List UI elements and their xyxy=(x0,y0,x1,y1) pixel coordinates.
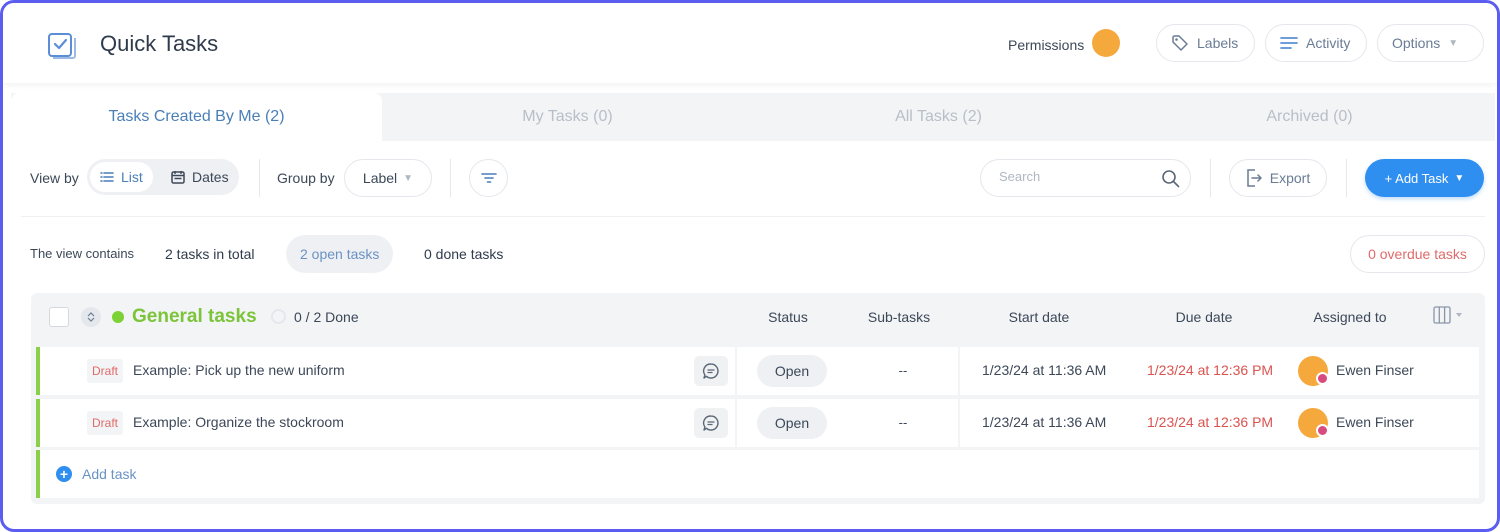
view-list-button[interactable]: List xyxy=(90,162,153,192)
column-header-start-date[interactable]: Start date xyxy=(989,309,1089,325)
status-badge[interactable]: Open xyxy=(757,355,827,387)
caret-down-icon: ▼ xyxy=(1448,37,1459,49)
cell-separator xyxy=(958,399,960,447)
comment-icon xyxy=(702,363,719,379)
subtasks-value: -- xyxy=(898,415,908,430)
view-toggle: List Dates xyxy=(87,159,239,195)
permissions-avatar[interactable] xyxy=(1092,29,1120,57)
group-by-label: Group by xyxy=(277,170,335,186)
draft-badge: Draft xyxy=(87,359,124,383)
activity-button-label: Activity xyxy=(1306,35,1351,51)
options-button-label: Options xyxy=(1392,35,1441,51)
toolbar-divider xyxy=(1346,159,1347,197)
collapse-group-button[interactable] xyxy=(81,307,101,327)
toolbar-divider xyxy=(259,159,260,197)
toolbar-divider xyxy=(1210,159,1211,197)
export-icon xyxy=(1247,169,1262,187)
tasks-app-icon xyxy=(48,33,76,59)
draft-badge: Draft xyxy=(87,411,124,435)
search-input[interactable] xyxy=(999,169,1149,184)
labels-button[interactable]: Labels xyxy=(1156,24,1255,62)
cell-separator xyxy=(735,347,737,395)
filter-icon xyxy=(480,173,497,183)
tab-my-tasks[interactable]: My Tasks (0) xyxy=(382,93,753,141)
column-settings-button[interactable] xyxy=(1433,306,1463,329)
column-header-subtasks[interactable]: Sub-tasks xyxy=(859,309,939,325)
list-icon xyxy=(100,172,114,182)
view-list-label: List xyxy=(121,169,143,185)
start-date[interactable]: 1/23/24 at 11:36 AM xyxy=(982,414,1106,430)
cell-separator xyxy=(958,347,960,395)
add-task-button[interactable]: + Add Task ▼ xyxy=(1365,159,1484,197)
search-icon[interactable] xyxy=(1161,169,1180,188)
tab-archived[interactable]: Archived (0) xyxy=(1124,93,1495,141)
view-by-label: View by xyxy=(30,170,79,186)
add-task-row[interactable]: + Add task xyxy=(36,450,1479,498)
add-task-button-label: + Add Task xyxy=(1384,170,1449,186)
page-title: Quick Tasks xyxy=(100,31,219,56)
open-tasks-filter[interactable]: 2 open tasks xyxy=(286,235,394,273)
assignee-status-badge xyxy=(1316,372,1329,385)
toolbar-separator xyxy=(21,216,1485,217)
group-title[interactable]: General tasks xyxy=(132,306,257,328)
group-color-dot xyxy=(112,311,124,323)
overdue-tasks-filter[interactable]: 0 overdue tasks xyxy=(1350,235,1485,273)
options-dropdown[interactable]: Options ▼ xyxy=(1377,24,1484,62)
labels-button-label: Labels xyxy=(1197,35,1239,51)
select-all-checkbox[interactable] xyxy=(49,307,69,327)
tab-all-tasks[interactable]: All Tasks (2) xyxy=(753,93,1124,141)
cell-separator xyxy=(735,399,737,447)
view-dates-button[interactable]: Dates xyxy=(161,162,239,192)
caret-down-icon: ▼ xyxy=(1454,172,1465,184)
due-date[interactable]: 1/23/24 at 12:36 PM xyxy=(1147,362,1273,378)
calendar-icon xyxy=(171,171,185,184)
comment-button[interactable] xyxy=(694,356,728,386)
lines-icon xyxy=(1280,37,1298,49)
subtasks-value: -- xyxy=(898,363,908,378)
view-dates-label: Dates xyxy=(192,169,229,185)
toolbar-divider xyxy=(450,159,451,197)
add-task-link[interactable]: Add task xyxy=(82,466,136,482)
due-date[interactable]: 1/23/24 at 12:36 PM xyxy=(1147,414,1273,430)
export-button-label: Export xyxy=(1269,170,1311,186)
collapse-arrows-icon xyxy=(87,312,95,322)
assignee-name[interactable]: Ewen Finser xyxy=(1336,414,1414,430)
export-button[interactable]: Export xyxy=(1229,159,1327,197)
group-progress: 0 / 2 Done xyxy=(294,309,359,325)
summary-label: The view contains xyxy=(30,246,135,261)
activity-button[interactable]: Activity xyxy=(1265,24,1367,62)
start-date[interactable]: 1/23/24 at 11:36 AM xyxy=(982,362,1106,378)
column-header-due-date[interactable]: Due date xyxy=(1154,309,1254,325)
columns-icon xyxy=(1433,306,1462,324)
tab-bar: Tasks Created By Me (2) My Tasks (0) All… xyxy=(11,93,1495,141)
status-badge[interactable]: Open xyxy=(757,407,827,439)
progress-ring-icon xyxy=(271,309,286,324)
task-row[interactable]: Draft Example: Pick up the new uniform O… xyxy=(36,347,1479,395)
search-field[interactable] xyxy=(980,159,1191,197)
task-name[interactable]: Example: Organize the stockroom xyxy=(133,414,344,430)
task-row[interactable]: Draft Example: Organize the stockroom Op… xyxy=(36,399,1479,447)
column-header-status[interactable]: Status xyxy=(753,309,823,325)
group-by-value: Label xyxy=(362,170,398,186)
assignee-status-badge xyxy=(1316,424,1329,437)
tag-icon xyxy=(1172,35,1188,51)
plus-circle-icon: + xyxy=(56,466,72,482)
app-header: Quick Tasks Permissions Labels Activity … xyxy=(3,3,1497,83)
tab-tasks-created-by-me[interactable]: Tasks Created By Me (2) xyxy=(11,93,382,141)
total-tasks-filter[interactable]: 2 tasks in total xyxy=(151,235,269,273)
comment-button[interactable] xyxy=(694,408,728,438)
group-by-select[interactable]: Label ▼ xyxy=(344,159,432,197)
app-window: Quick Tasks Permissions Labels Activity … xyxy=(0,0,1500,532)
filter-button[interactable] xyxy=(469,159,508,197)
done-tasks-filter[interactable]: 0 done tasks xyxy=(410,235,517,273)
permissions-label[interactable]: Permissions xyxy=(1008,37,1084,53)
comment-icon xyxy=(702,415,719,431)
task-name[interactable]: Example: Pick up the new uniform xyxy=(133,362,345,378)
caret-down-icon: ▼ xyxy=(403,172,414,184)
column-header-assigned-to[interactable]: Assigned to xyxy=(1300,309,1400,325)
assignee-name[interactable]: Ewen Finser xyxy=(1336,362,1414,378)
